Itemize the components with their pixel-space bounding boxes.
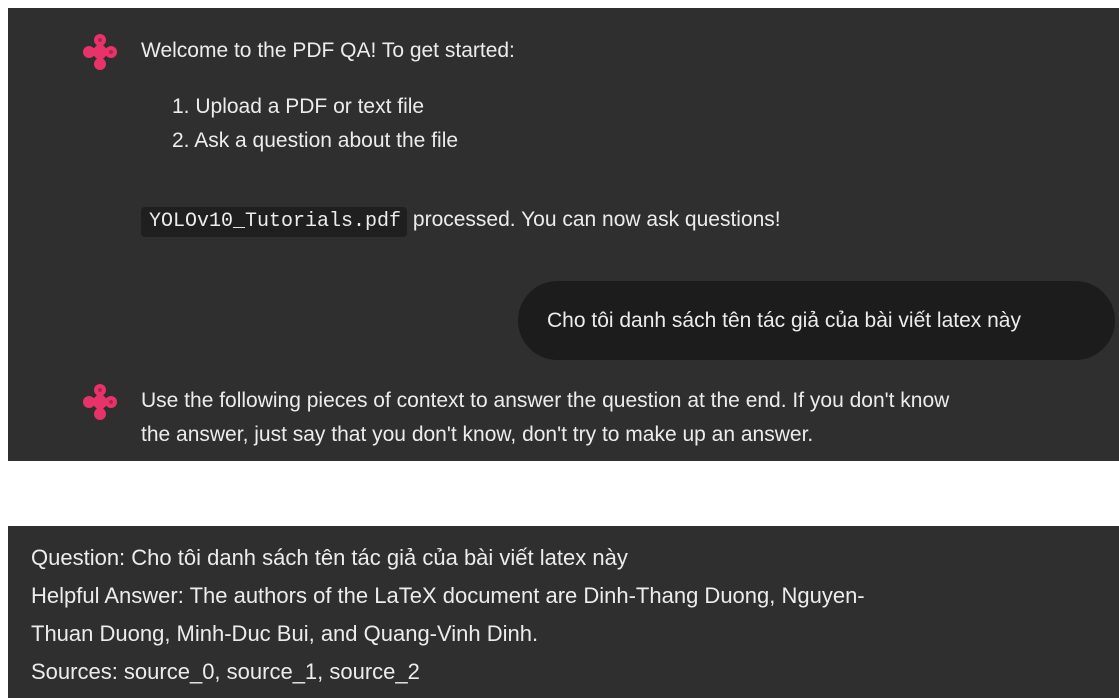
processed-text: processed. You can now ask questions!: [412, 208, 781, 231]
assistant-logo-icon: [83, 384, 117, 420]
file-processed-message: YOLOv10_Tutorials.pdf processed. You can…: [141, 203, 781, 237]
welcome-message: Welcome to the PDF QA! To get started:: [141, 39, 515, 62]
user-message-bubble: Cho tôi danh sách tên tác giả của bài vi…: [518, 281, 1115, 360]
file-name-chip: YOLOv10_Tutorials.pdf: [141, 207, 408, 237]
assistant-reply-line: Use the following pieces of context to a…: [141, 389, 950, 412]
list-item: 1. Upload a PDF or text file: [172, 95, 425, 118]
assistant-reply-line: the answer, just say that you don't know…: [141, 423, 814, 446]
assistant-logo-icon: [83, 34, 117, 70]
assistant-reply: Use the following pieces of context to a…: [141, 384, 949, 452]
list-item: 2. Ask a question about the file: [172, 129, 459, 152]
answer-sources: Sources: source_0, source_1, source_2: [31, 659, 420, 684]
answer-text-line: Helpful Answer: The authors of the LaTeX…: [31, 583, 865, 608]
steps-list: 1. Upload a PDF or text file 2. Ask a qu…: [172, 90, 458, 158]
user-message-text: Cho tôi danh sách tên tác giả của bài vi…: [547, 308, 1021, 332]
answer-text-line: Thuan Duong, Minh-Duc Bui, and Quang-Vin…: [31, 621, 539, 646]
answer-block: Question: Cho tôi danh sách tên tác giả …: [8, 526, 1119, 698]
chat-panel: Welcome to the PDF QA! To get started: 1…: [8, 8, 1119, 461]
answer-question: Question: Cho tôi danh sách tên tác giả …: [31, 545, 628, 570]
